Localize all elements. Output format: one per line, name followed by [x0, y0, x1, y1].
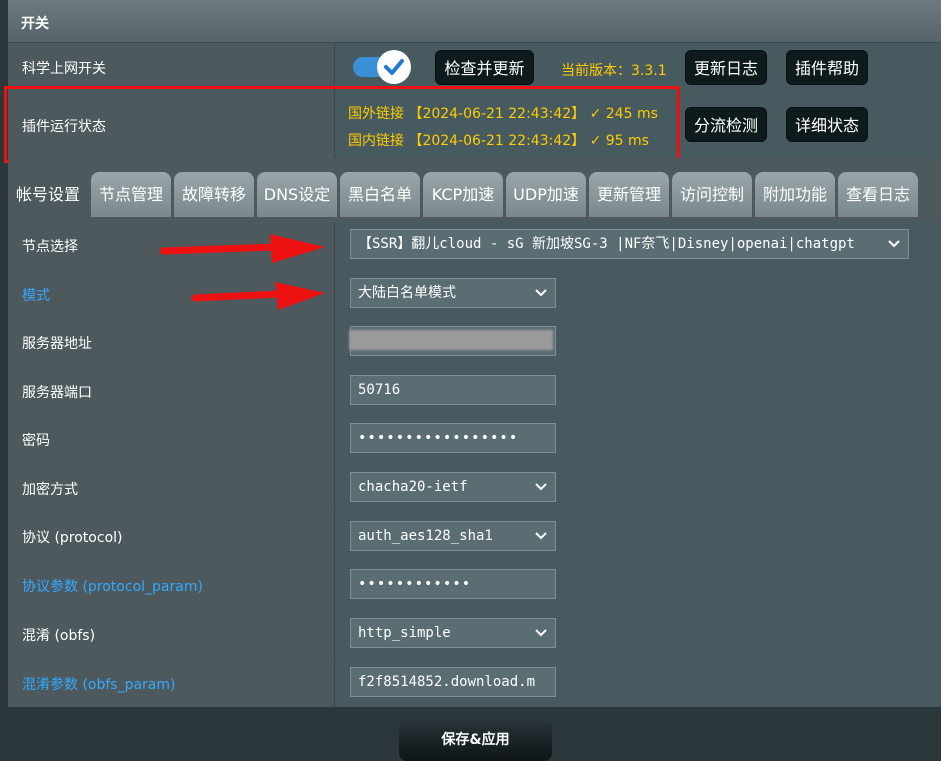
- proxy-toggle[interactable]: [353, 50, 413, 84]
- arrow-right-icon: [191, 282, 325, 310]
- port-label: 服务器端口: [22, 385, 92, 401]
- node-select[interactable]: 【SSR】翻儿cloud - sG 新加坡SG-3 |NF奈飞|Disney|o…: [350, 229, 909, 259]
- obfs-label: 混淆 (obfs): [22, 628, 96, 644]
- section-title: 开关: [21, 16, 49, 32]
- port-input[interactable]: 50716: [350, 375, 556, 405]
- split-test-button[interactable]: 分流检测: [685, 107, 767, 142]
- check-update-button[interactable]: 检查并更新: [435, 50, 534, 85]
- obfs-param-label[interactable]: 混淆参数 (obfs_param): [22, 674, 176, 694]
- detail-status-button[interactable]: 详细状态: [786, 107, 868, 142]
- node-label: 节点选择: [22, 239, 78, 255]
- mode-select[interactable]: 大陆白名单模式: [350, 278, 556, 308]
- chevron-down-icon: [535, 483, 547, 491]
- tab-extra[interactable]: 附加功能: [755, 172, 835, 217]
- tab-dns[interactable]: DNS设定: [257, 172, 337, 217]
- changelog-button[interactable]: 更新日志: [685, 50, 767, 85]
- section-header: 开关: [8, 0, 941, 43]
- tab-failover[interactable]: 故障转移: [174, 172, 254, 217]
- password-input[interactable]: •••••••••••••••••: [350, 423, 556, 453]
- check-icon: [377, 50, 411, 84]
- version-text: 当前版本：3.3.1: [561, 63, 667, 79]
- protocol-param-label[interactable]: 协议参数 (protocol_param): [22, 576, 203, 596]
- method-label: 加密方式: [22, 482, 78, 498]
- protocol-select[interactable]: auth_aes128_sha1: [350, 521, 556, 551]
- tab-udp[interactable]: UDP加速: [506, 172, 586, 217]
- tab-nodes[interactable]: 节点管理: [91, 172, 171, 217]
- protocol-param-input[interactable]: ••••••••••••: [350, 569, 556, 599]
- protocol-label: 协议 (protocol): [22, 530, 123, 546]
- tab-logs[interactable]: 查看日志: [838, 172, 918, 217]
- plugin-help-button[interactable]: 插件帮助: [786, 50, 868, 85]
- arrow-right-icon: [160, 234, 325, 263]
- obfs-param-input[interactable]: f2f8514852.download.m: [350, 667, 556, 697]
- chevron-down-icon: [535, 532, 547, 540]
- method-select[interactable]: chacha20-ietf: [350, 472, 556, 502]
- annotation-arrows: [160, 234, 325, 310]
- tab-kcp[interactable]: KCP加速: [423, 172, 503, 217]
- switch-label: 科学上网开关: [22, 61, 106, 77]
- tab-update[interactable]: 更新管理: [589, 172, 669, 217]
- tab-access-control[interactable]: 访问控制: [672, 172, 752, 217]
- tab-account[interactable]: 帐号设置: [8, 172, 88, 217]
- chevron-down-icon: [888, 240, 900, 248]
- save-apply-button[interactable]: 保存&应用: [399, 719, 552, 761]
- password-label: 密码: [22, 433, 50, 449]
- server-label: 服务器地址: [22, 336, 92, 352]
- chevron-down-icon: [535, 289, 547, 297]
- mode-label[interactable]: 模式: [22, 285, 50, 305]
- chevron-down-icon: [535, 629, 547, 637]
- tab-blackwhite-list[interactable]: 黑白名单: [340, 172, 420, 217]
- annotation-box: [4, 86, 680, 163]
- obfs-select[interactable]: http_simple: [350, 618, 556, 648]
- redaction-blur: [349, 330, 553, 350]
